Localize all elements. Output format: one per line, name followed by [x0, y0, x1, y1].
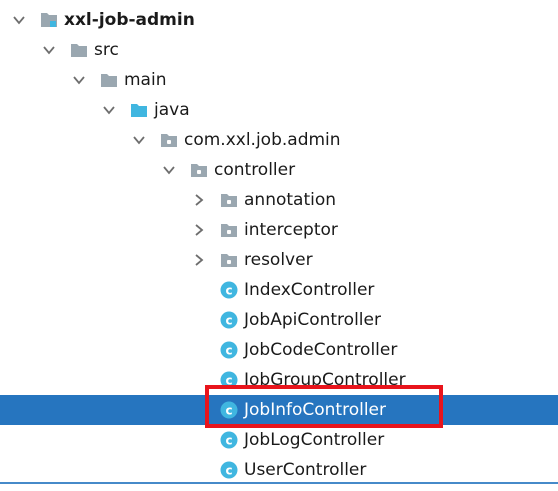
- tree-item[interactable]: xxl-job-admin: [0, 5, 558, 35]
- tree-item[interactable]: controller: [0, 155, 558, 185]
- tree-item-label: controller: [214, 160, 296, 180]
- chevron-down-icon[interactable]: [8, 9, 30, 31]
- class-icon: c: [218, 459, 240, 481]
- tree-item[interactable]: c JobApiController: [0, 305, 558, 335]
- class-icon: c: [218, 399, 240, 421]
- svg-text:c: c: [225, 283, 232, 297]
- tree-item[interactable]: annotation: [0, 185, 558, 215]
- class-icon: c: [218, 339, 240, 361]
- chevron-down-icon[interactable]: [158, 159, 180, 181]
- class-icon: c: [218, 429, 240, 451]
- tree-item[interactable]: c UserController: [0, 455, 558, 485]
- tree-item-label: xxl-job-admin: [64, 10, 195, 30]
- tree-item-selected[interactable]: c JobInfoController: [0, 395, 558, 425]
- tree-item-label: JobGroupController: [244, 370, 406, 390]
- tree-bottom-edge: [0, 482, 558, 484]
- tree-item-label: UserController: [244, 460, 367, 480]
- class-icon: c: [218, 279, 240, 301]
- project-tree: xxl-job-admin src main java com.xxl.job.admi…: [0, 0, 558, 491]
- tree-item-label: JobCodeController: [244, 340, 398, 360]
- package-icon: [188, 159, 210, 181]
- chevron-right-icon[interactable]: [188, 249, 210, 271]
- tree-item-label: resolver: [244, 250, 313, 270]
- source-root-folder-icon: [128, 99, 150, 121]
- package-icon: [218, 249, 240, 271]
- class-icon: c: [218, 369, 240, 391]
- tree-item-label: main: [124, 70, 167, 90]
- svg-text:c: c: [225, 373, 232, 387]
- package-icon: [218, 219, 240, 241]
- folder-icon: [98, 69, 120, 91]
- svg-text:c: c: [225, 313, 232, 327]
- tree-item[interactable]: c IndexController: [0, 275, 558, 305]
- tree-item[interactable]: com.xxl.job.admin: [0, 125, 558, 155]
- tree-item-label: com.xxl.job.admin: [184, 130, 341, 150]
- chevron-down-icon[interactable]: [68, 69, 90, 91]
- tree-item-label: src: [94, 40, 119, 60]
- tree-item[interactable]: c JobCodeController: [0, 335, 558, 365]
- chevron-right-icon[interactable]: [188, 189, 210, 211]
- tree-item-label: annotation: [244, 190, 337, 210]
- tree-item[interactable]: c JobGroupController: [0, 365, 558, 395]
- package-icon: [218, 189, 240, 211]
- svg-text:c: c: [225, 403, 232, 417]
- tree-item-label: IndexController: [244, 280, 375, 300]
- chevron-down-icon[interactable]: [38, 39, 60, 61]
- svg-text:c: c: [225, 433, 232, 447]
- package-icon: [158, 129, 180, 151]
- folder-icon: [68, 39, 90, 61]
- module-folder-icon: [38, 9, 60, 31]
- tree-item[interactable]: java: [0, 95, 558, 125]
- tree-item-label: java: [154, 100, 190, 120]
- tree-item-label: interceptor: [244, 220, 338, 240]
- tree-item[interactable]: c JobLogController: [0, 425, 558, 455]
- tree-item[interactable]: resolver: [0, 245, 558, 275]
- tree-item[interactable]: src: [0, 35, 558, 65]
- svg-text:c: c: [225, 343, 232, 357]
- tree-item[interactable]: interceptor: [0, 215, 558, 245]
- tree-item-label: JobLogController: [244, 430, 385, 450]
- tree-item[interactable]: main: [0, 65, 558, 95]
- chevron-right-icon[interactable]: [188, 219, 210, 241]
- chevron-down-icon[interactable]: [128, 129, 150, 151]
- svg-text:c: c: [225, 463, 232, 477]
- tree-item-label: JobApiController: [244, 310, 381, 330]
- chevron-down-icon[interactable]: [98, 99, 120, 121]
- tree-item-label: JobInfoController: [244, 400, 387, 420]
- class-icon: c: [218, 309, 240, 331]
